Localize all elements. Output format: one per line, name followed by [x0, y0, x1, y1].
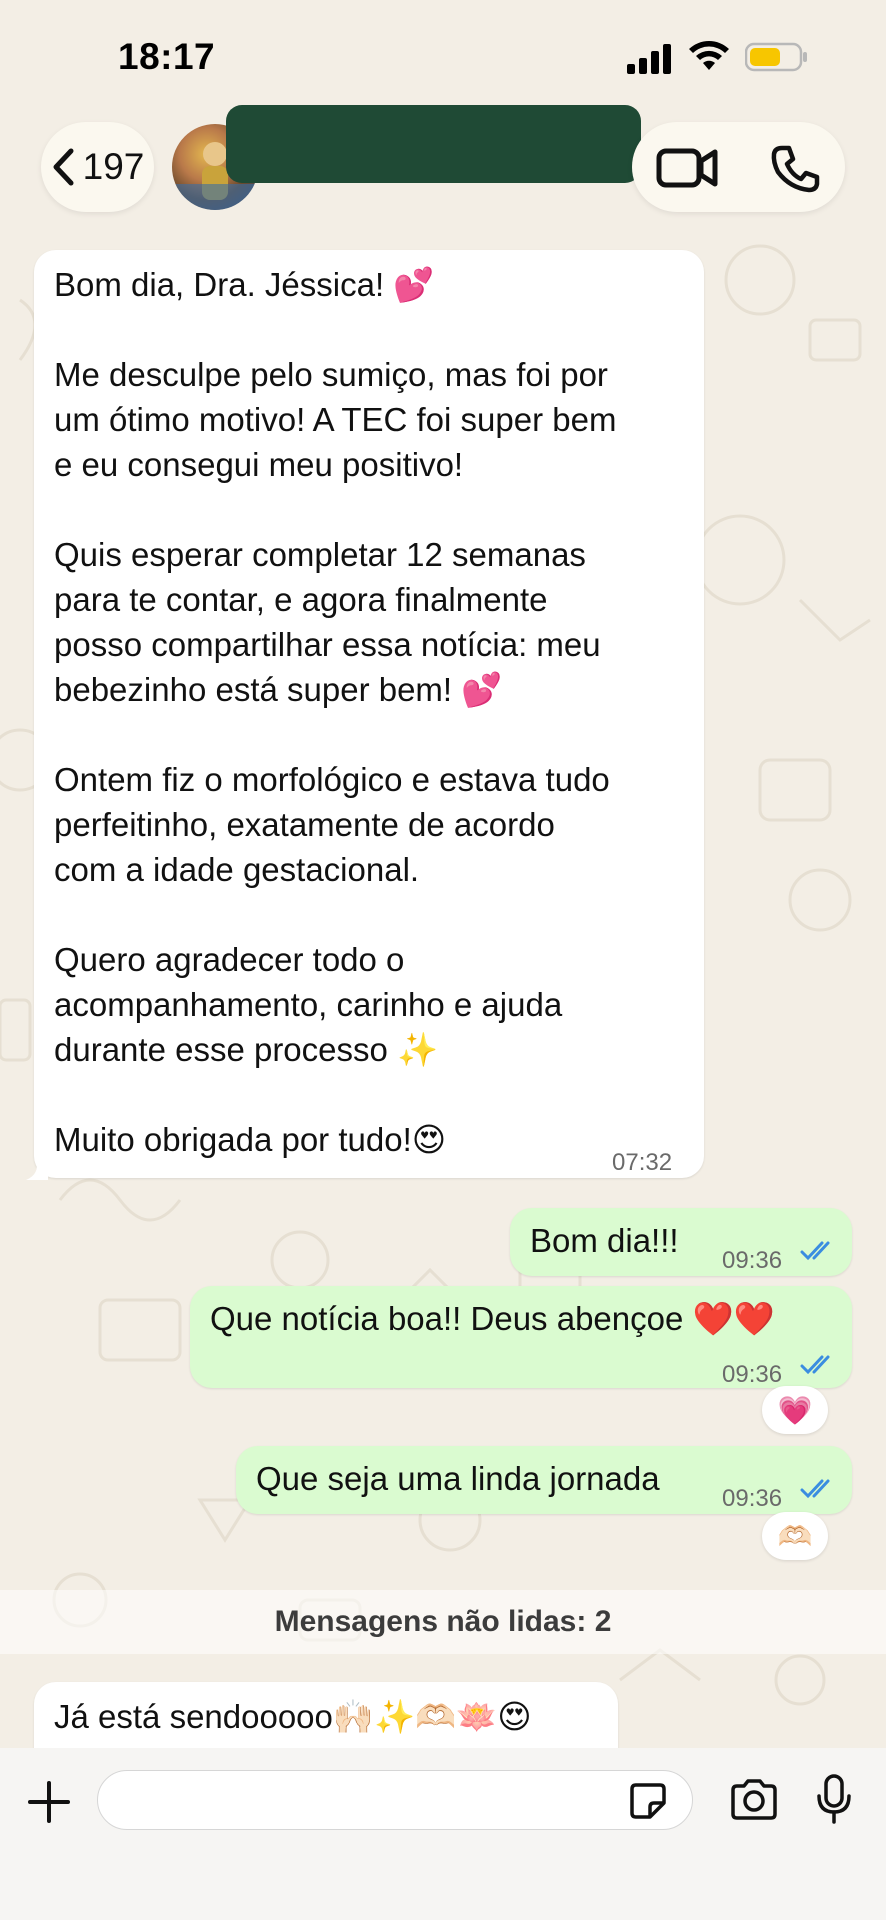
unread-messages-banner: Mensagens não lidas: 2: [0, 1590, 886, 1654]
message-text: Que notícia boa!! Deus abençoe ❤️❤️: [210, 1300, 775, 1337]
message-paragraph: Ontem fiz o morfológico e estava tudo pe…: [54, 761, 610, 888]
camera-icon[interactable]: [729, 1778, 779, 1820]
cellular-signal-icon: [627, 44, 671, 74]
message-text: Bom dia!!!: [530, 1222, 679, 1259]
phone-icon[interactable]: [770, 144, 820, 194]
contact-name-redacted[interactable]: [226, 105, 641, 183]
message-reaction[interactable]: 🫶🏻: [762, 1512, 828, 1560]
call-actions: [632, 122, 845, 212]
chevron-left-icon: [53, 148, 74, 186]
battery-icon: [745, 42, 807, 72]
message-paragraph: Bom dia, Dra. Jéssica! 💕: [54, 266, 435, 303]
incoming-message-bubble[interactable]: Bom dia, Dra. Jéssica! 💕 Me desculpe pel…: [34, 250, 704, 1178]
read-receipt-icon: [800, 1479, 830, 1499]
message-paragraph: Me desculpe pelo sumiço, mas foi por um …: [54, 356, 617, 483]
message-paragraph: Muito obrigada por tudo!😍: [54, 1121, 447, 1158]
message-input[interactable]: [97, 1770, 693, 1830]
message-text: Já está sendooooo🙌🏻✨🫶🏻🪷😍: [54, 1698, 532, 1735]
message-timestamp: 09:36: [722, 1247, 783, 1274]
outgoing-message-bubble[interactable]: Bom dia!!! 09:36: [510, 1208, 852, 1276]
message-paragraph: Quis esperar completar 12 semanas para t…: [54, 536, 601, 708]
message-paragraph: Quero agradecer todo o acompanhamento, c…: [54, 941, 563, 1068]
read-receipt-icon: [800, 1355, 830, 1375]
bubble-tail: [26, 1160, 48, 1180]
status-bar: 18:17: [0, 0, 886, 120]
message-composer: [0, 1748, 886, 1920]
sticker-icon[interactable]: [628, 1781, 668, 1821]
plus-icon[interactable]: [27, 1780, 71, 1824]
microphone-icon[interactable]: [816, 1774, 852, 1824]
message-text: Que seja uma linda jornada: [256, 1460, 660, 1497]
incoming-message-bubble[interactable]: Já está sendooooo🙌🏻✨🫶🏻🪷😍: [34, 1682, 618, 1752]
outgoing-message-bubble[interactable]: Que notícia boa!! Deus abençoe ❤️❤️ 09:3…: [190, 1286, 852, 1388]
video-camera-icon[interactable]: [656, 146, 718, 190]
unread-chats-count: 197: [82, 146, 145, 187]
status-time: 18:17: [118, 36, 216, 77]
wifi-icon: [689, 41, 729, 70]
read-receipt-icon: [800, 1241, 830, 1261]
outgoing-message-bubble[interactable]: Que seja uma linda jornada 09:36: [236, 1446, 852, 1514]
message-reaction[interactable]: 💗: [762, 1386, 828, 1434]
message-timestamp: 07:32: [612, 1149, 673, 1176]
back-button[interactable]: 197: [41, 122, 154, 212]
